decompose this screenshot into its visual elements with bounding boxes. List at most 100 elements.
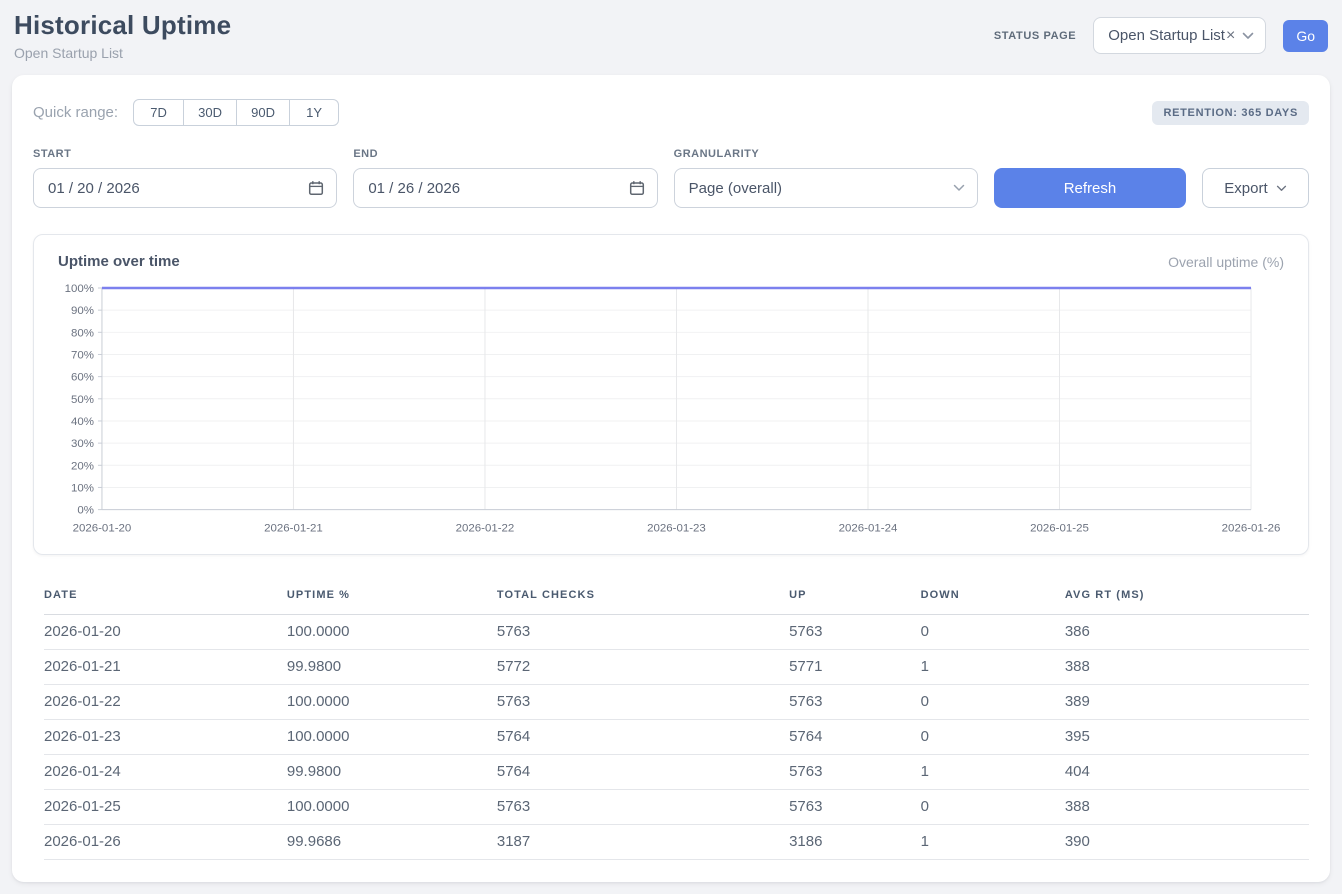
y-tick-label: 100% — [65, 283, 94, 295]
y-tick-label: 80% — [71, 327, 94, 339]
table-cell: 1 — [921, 649, 1065, 684]
retention-badge: RETENTION: 365 DAYS — [1152, 101, 1309, 125]
table-cell: 389 — [1065, 684, 1309, 719]
y-tick-label: 90% — [71, 305, 94, 317]
table-header-row: DATEUPTIME %TOTAL CHECKSUPDOWNAVG RT (MS… — [44, 579, 1309, 615]
x-tick-label: 2026-01-24 — [839, 523, 898, 535]
table-cell: 388 — [1065, 649, 1309, 684]
status-page-select[interactable]: Open Startup List × — [1093, 17, 1266, 54]
calendar-icon[interactable] — [308, 180, 324, 196]
table-cell: 5763 — [789, 684, 921, 719]
granularity-select[interactable]: Page (overall) — [674, 168, 978, 208]
table-cell: 3186 — [789, 824, 921, 859]
chevron-down-icon — [1242, 32, 1254, 40]
uptime-line-chart: 0% 10% 20% 30% 40% 50% 60% 70% 80% 90% 100% 2026-01… — [58, 280, 1284, 542]
table-cell: 5763 — [789, 789, 921, 824]
end-date-input[interactable]: 01 / 26 / 2026 — [353, 168, 657, 208]
y-tick-label: 0% — [77, 505, 94, 517]
close-icon[interactable]: × — [1226, 28, 1235, 44]
table-cell: 2026-01-25 — [44, 789, 287, 824]
table-cell: 1 — [921, 824, 1065, 859]
y-tick-label: 40% — [71, 416, 94, 428]
uptime-chart-card: Uptime over time Overall uptime (%) 0% 10… — [33, 234, 1309, 555]
page-header: Historical Uptime Open Startup List STAT… — [12, 0, 1330, 75]
quick-range-7d[interactable]: 7D — [133, 99, 184, 126]
filter-controls: START 01 / 20 / 2026 END 01 / 26 / 2026 — [33, 148, 1309, 208]
table-cell: 5763 — [789, 614, 921, 649]
x-tick-label: 2026-01-25 — [1030, 523, 1089, 535]
table-header-cell: DATE — [44, 579, 287, 615]
x-tick-label: 2026-01-26 — [1222, 523, 1281, 535]
table-cell: 5763 — [497, 684, 789, 719]
start-date-input[interactable]: 01 / 20 / 2026 — [33, 168, 337, 208]
refresh-button[interactable]: Refresh — [994, 168, 1186, 208]
table-header-cell: TOTAL CHECKS — [497, 579, 789, 615]
y-tick-label: 30% — [71, 438, 94, 450]
table-cell: 100.0000 — [287, 789, 497, 824]
title-block: Historical Uptime Open Startup List — [14, 10, 231, 61]
table-row: 2026-01-2499.9800576457631404 — [44, 754, 1309, 789]
table-header-cell: AVG RT (MS) — [1065, 579, 1309, 615]
end-date-label: END — [353, 148, 657, 160]
table-cell: 386 — [1065, 614, 1309, 649]
go-button[interactable]: Go — [1283, 20, 1328, 52]
calendar-icon[interactable] — [629, 180, 645, 196]
daily-stats-table-wrap: DATEUPTIME %TOTAL CHECKSUPDOWNAVG RT (MS… — [33, 579, 1309, 860]
y-tick-label: 10% — [71, 482, 94, 494]
page-subtitle: Open Startup List — [14, 45, 231, 61]
table-cell: 2026-01-20 — [44, 614, 287, 649]
export-button-label: Export — [1224, 180, 1267, 197]
table-row: 2026-01-23100.0000576457640395 — [44, 719, 1309, 754]
chevron-down-icon — [953, 184, 965, 192]
start-date-field: START 01 / 20 / 2026 — [33, 148, 337, 208]
table-cell: 5771 — [789, 649, 921, 684]
granularity-field: GRANULARITY Page (overall) — [674, 148, 978, 208]
table-cell: 0 — [921, 684, 1065, 719]
table-cell: 1 — [921, 754, 1065, 789]
export-button[interactable]: Export — [1202, 168, 1309, 208]
status-page-label: STATUS PAGE — [994, 30, 1076, 42]
granularity-label: GRANULARITY — [674, 148, 978, 160]
table-cell: 395 — [1065, 719, 1309, 754]
quick-range-30d[interactable]: 30D — [183, 99, 237, 126]
table-row: 2026-01-2699.9686318731861390 — [44, 824, 1309, 859]
table-cell: 0 — [921, 789, 1065, 824]
table-cell: 100.0000 — [287, 614, 497, 649]
quick-range-90d[interactable]: 90D — [236, 99, 290, 126]
start-date-value: 01 / 20 / 2026 — [48, 180, 140, 197]
table-cell: 5763 — [497, 789, 789, 824]
main-panel: Quick range: 7D30D90D1Y RETENTION: 365 D… — [12, 75, 1330, 882]
start-date-label: START — [33, 148, 337, 160]
table-cell: 100.0000 — [287, 684, 497, 719]
table-cell: 404 — [1065, 754, 1309, 789]
chart-header: Uptime over time Overall uptime (%) — [58, 253, 1284, 270]
quick-range-buttons: 7D30D90D1Y — [133, 99, 339, 126]
end-date-value: 01 / 26 / 2026 — [368, 180, 460, 197]
table-cell: 2026-01-24 — [44, 754, 287, 789]
quick-range-label: Quick range: — [33, 104, 118, 121]
quick-range-1y[interactable]: 1Y — [289, 99, 339, 126]
chart-legend: Overall uptime (%) — [1168, 254, 1284, 270]
table-row: 2026-01-2199.9800577257711388 — [44, 649, 1309, 684]
x-tick-label: 2026-01-20 — [73, 523, 132, 535]
page-title: Historical Uptime — [14, 10, 231, 41]
table-header-cell: UP — [789, 579, 921, 615]
table-cell: 99.9686 — [287, 824, 497, 859]
y-tick-label: 70% — [71, 349, 94, 361]
table-cell: 390 — [1065, 824, 1309, 859]
table-cell: 5764 — [789, 719, 921, 754]
table-cell: 3187 — [497, 824, 789, 859]
table-row: 2026-01-22100.0000576357630389 — [44, 684, 1309, 719]
y-tick-label: 60% — [71, 372, 94, 384]
table-cell: 5772 — [497, 649, 789, 684]
table-header-cell: DOWN — [921, 579, 1065, 615]
end-date-field: END 01 / 26 / 2026 — [353, 148, 657, 208]
quick-range-group: Quick range: 7D30D90D1Y — [33, 99, 339, 126]
y-tick-label: 20% — [71, 460, 94, 472]
table-cell: 99.9800 — [287, 649, 497, 684]
x-tick-label: 2026-01-22 — [456, 523, 515, 535]
table-cell: 100.0000 — [287, 719, 497, 754]
x-tick-label: 2026-01-23 — [647, 523, 706, 535]
table-cell: 5763 — [789, 754, 921, 789]
y-tick-label: 50% — [71, 394, 94, 406]
